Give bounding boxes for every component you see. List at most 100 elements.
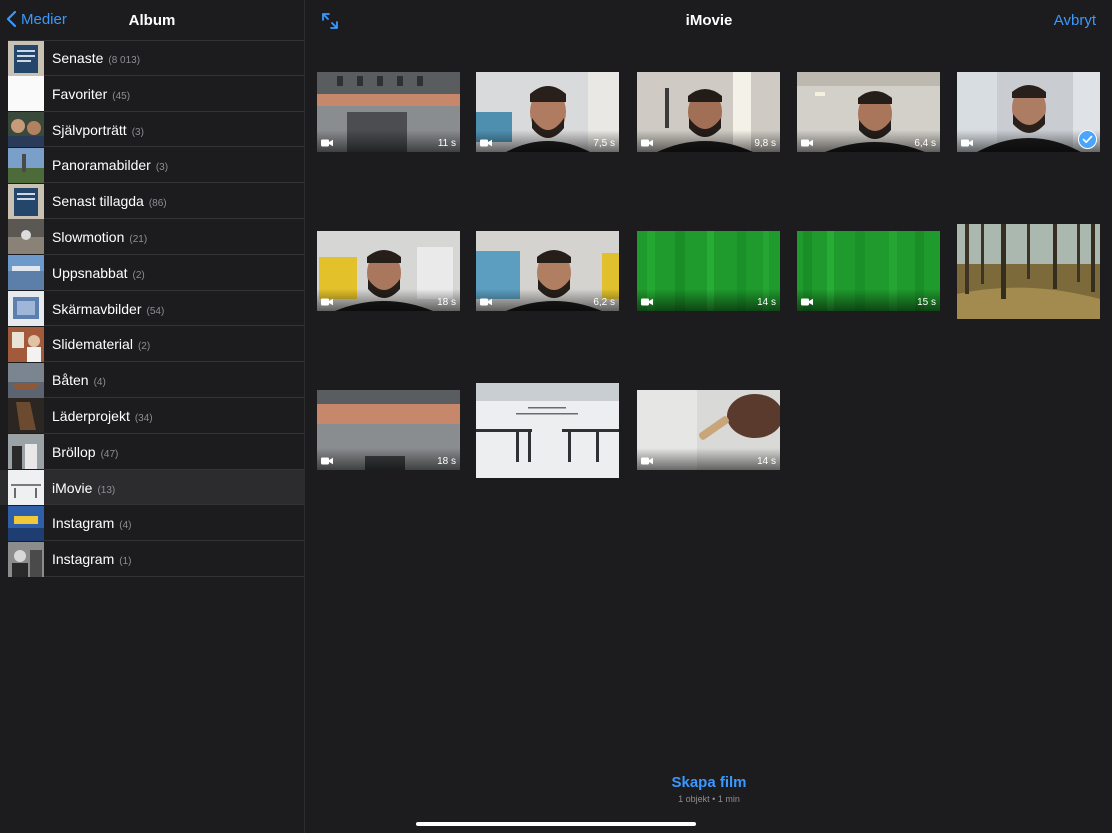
video-camera-icon <box>480 298 492 306</box>
album-name: Slidematerial <box>52 336 133 353</box>
album-row-sjalvportratt[interactable]: Självporträtt (3) <box>0 112 304 148</box>
media-tile-8[interactable]: 14 s <box>637 231 780 311</box>
album-thumbnail <box>8 362 44 398</box>
album-row-imovie[interactable]: iMovie (13) <box>0 469 304 506</box>
video-camera-icon <box>641 298 653 306</box>
album-name: Skärmavbilder <box>52 300 142 317</box>
album-list: Senaste (8 013) Favoriter (45) Självporträ… <box>0 40 304 577</box>
album-row-slidematerial[interactable]: Slidematerial (2) <box>0 326 304 362</box>
album-thumbnail <box>8 541 44 577</box>
album-thumbnail <box>8 147 44 183</box>
video-duration: 18 s <box>437 456 456 467</box>
video-camera-icon <box>480 139 492 147</box>
album-name: Instagram <box>52 551 115 568</box>
video-camera-icon <box>321 457 333 465</box>
album-name: iMovie <box>52 479 93 496</box>
video-duration: 18 s <box>437 297 456 308</box>
album-name: Läderprojekt <box>52 407 130 424</box>
media-tile-2[interactable]: 7,5 s <box>476 72 619 152</box>
album-row-instagram-2[interactable]: Instagram (1) <box>0 541 304 577</box>
selection-summary: 1 objekt • 1 min <box>678 794 740 804</box>
sidebar-header: Medier Album <box>0 0 304 40</box>
media-tile-11[interactable]: 18 s <box>317 390 460 470</box>
album-thumbnail <box>8 255 44 291</box>
album-name: Slowmotion <box>52 228 125 245</box>
album-name: Panoramabilder <box>52 157 151 174</box>
video-camera-icon <box>641 139 653 147</box>
album-row-skarmavbilder[interactable]: Skärmavbilder (54) <box>0 291 304 327</box>
album-count: (54) <box>146 305 165 317</box>
album-count: (86) <box>148 198 167 210</box>
media-tile-13[interactable]: 14 s <box>637 390 780 470</box>
album-thumbnail <box>8 470 44 506</box>
album-count: (3) <box>155 162 169 174</box>
album-count: (1) <box>119 556 132 568</box>
album-count: (21) <box>129 233 148 245</box>
video-duration: 14 s <box>757 297 776 308</box>
album-thumbnail <box>8 291 44 327</box>
media-tile-1[interactable]: 11 s <box>317 72 460 152</box>
album-thumbnail <box>8 398 44 434</box>
album-thumbnail <box>8 183 44 219</box>
album-thumbnail <box>8 40 44 76</box>
media-tile-6[interactable]: 18 s <box>317 231 460 311</box>
video-camera-icon <box>321 298 333 306</box>
album-name: Favoriter <box>52 85 108 102</box>
album-name: Senast tillagda <box>52 193 144 210</box>
album-name: Uppsnabbat <box>52 264 128 281</box>
media-tile-12[interactable] <box>476 383 619 478</box>
album-name: Självporträtt <box>52 121 127 138</box>
album-sidebar: Medier Album Senaste (8 013) Favoriter (45… <box>0 0 305 833</box>
album-row-favoriter[interactable]: Favoriter (45) <box>0 76 304 112</box>
album-count: (8 013) <box>108 55 141 66</box>
album-thumbnail <box>8 326 44 362</box>
media-tile-7[interactable]: 6,2 s <box>476 231 619 311</box>
sidebar-title: Album <box>128 12 176 29</box>
album-row-senaste[interactable]: Senaste (8 013) <box>0 40 304 76</box>
album-thumbnail <box>8 219 44 255</box>
page-title: iMovie <box>685 12 733 29</box>
album-thumbnail <box>8 112 44 148</box>
album-row-baten[interactable]: Båten (4) <box>0 362 304 398</box>
video-duration: 11 s <box>437 138 456 149</box>
media-tile-5[interactable] <box>957 72 1100 152</box>
album-row-uppsnabbat[interactable]: Uppsnabbat (2) <box>0 255 304 291</box>
video-camera-icon <box>641 457 653 465</box>
media-picker: iMovie Avbryt 11 s 7,5 s 9,8 s 6,4 s 18 … <box>306 0 1112 833</box>
create-movie-button[interactable]: Skapa film <box>306 774 1112 791</box>
photo-thumbnail <box>957 224 1100 319</box>
video-duration: 14 s <box>757 456 776 467</box>
media-tile-3[interactable]: 9,8 s <box>637 72 780 152</box>
video-camera-icon <box>321 139 333 147</box>
album-count: (13) <box>97 484 116 496</box>
cancel-button[interactable]: Avbryt <box>1054 12 1096 29</box>
album-name: Instagram <box>52 515 115 532</box>
album-count: (34) <box>134 412 153 424</box>
media-tile-10[interactable] <box>957 224 1100 319</box>
album-thumbnail <box>8 505 44 541</box>
album-row-panoramabilder[interactable]: Panoramabilder (3) <box>0 147 304 183</box>
video-camera-icon <box>801 298 813 306</box>
album-count: (2) <box>132 269 145 281</box>
album-count: (47) <box>100 448 119 460</box>
album-name: Båten <box>52 372 89 389</box>
album-row-laderprojekt[interactable]: Läderprojekt (34) <box>0 398 304 434</box>
album-row-instagram[interactable]: Instagram (4) <box>0 505 304 541</box>
album-row-senast-tillagda[interactable]: Senast tillagda (86) <box>0 183 304 219</box>
album-count: (45) <box>112 90 131 102</box>
video-camera-icon <box>801 139 813 147</box>
album-row-brollop[interactable]: Bröllop (47) <box>0 434 304 470</box>
album-thumbnail <box>8 434 44 470</box>
video-camera-icon <box>961 139 973 147</box>
album-row-slowmotion[interactable]: Slowmotion (21) <box>0 219 304 255</box>
media-tile-9[interactable]: 15 s <box>797 231 940 311</box>
album-name: Bröllop <box>52 443 96 460</box>
album-count: (4) <box>119 520 132 532</box>
home-indicator[interactable] <box>416 822 696 826</box>
video-duration: 9,8 s <box>754 138 776 149</box>
album-count: (4) <box>93 377 106 389</box>
album-count: (3) <box>131 126 144 138</box>
media-tile-4[interactable]: 6,4 s <box>797 72 940 152</box>
video-duration: 7,5 s <box>593 138 615 149</box>
photo-thumbnail <box>476 383 619 478</box>
